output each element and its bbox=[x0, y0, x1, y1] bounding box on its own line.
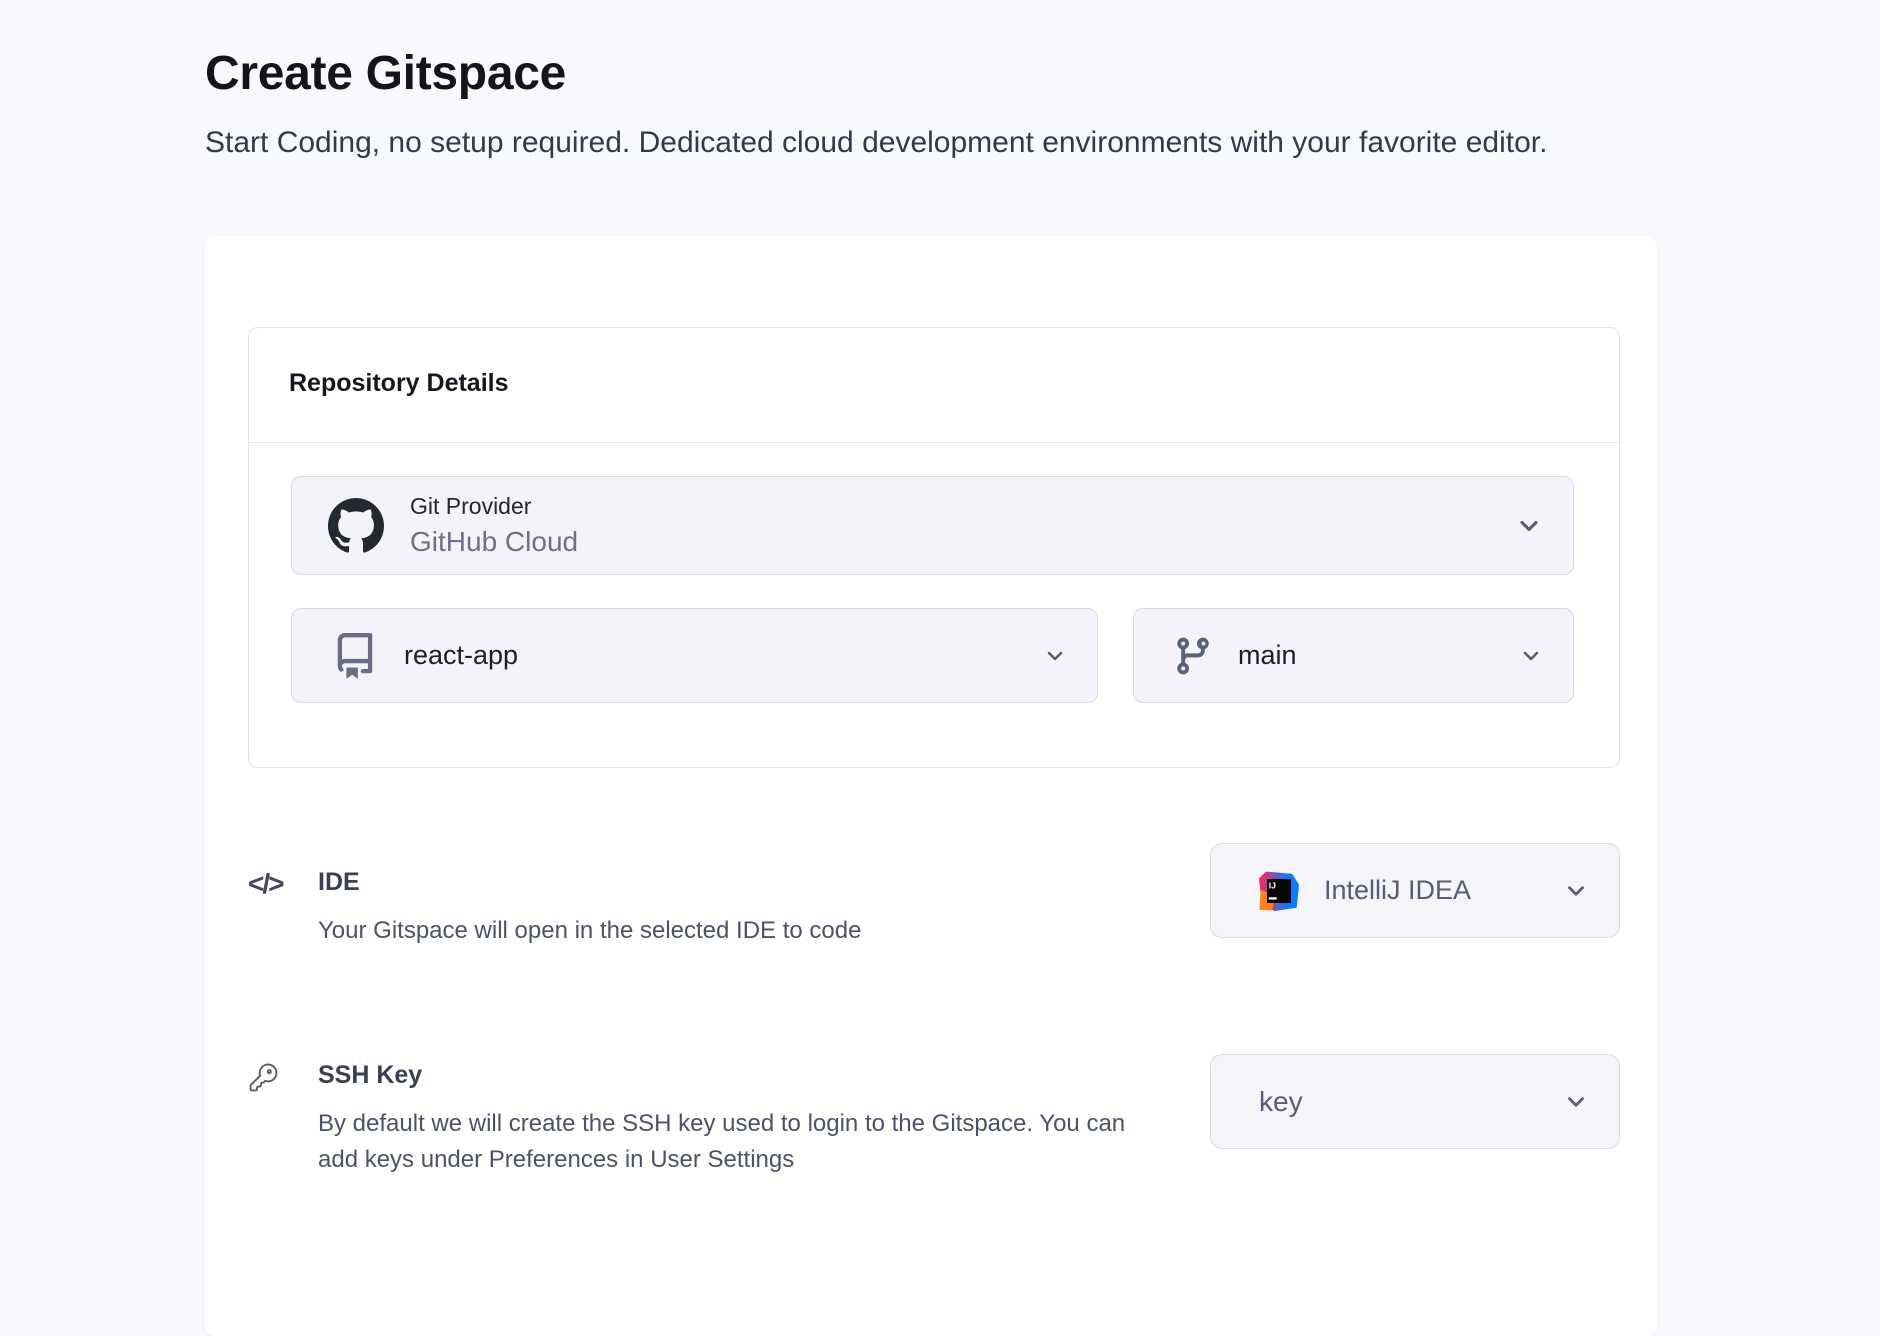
key-icon bbox=[248, 1060, 284, 1178]
repo-branch-row: react-app main bbox=[291, 608, 1574, 703]
page-subtitle: Start Coding, no setup required. Dedicat… bbox=[205, 120, 1657, 166]
repository-details-card: Repository Details Git Provider GitHub C… bbox=[248, 327, 1620, 768]
ssh-key-section: SSH Key By default we will create the SS… bbox=[248, 1054, 1620, 1178]
git-provider-label: Git Provider bbox=[410, 493, 578, 520]
repo-book-icon bbox=[332, 633, 378, 679]
repository-details-header: Repository Details bbox=[249, 328, 1619, 442]
github-logo-icon bbox=[328, 498, 384, 554]
ssh-key-select-value: key bbox=[1259, 1086, 1303, 1118]
branch-select[interactable]: main bbox=[1133, 608, 1574, 703]
code-icon: </> bbox=[248, 867, 284, 949]
ssh-key-label: SSH Key bbox=[318, 1060, 1158, 1090]
ide-section: </> IDE Your Gitspace will open in the s… bbox=[248, 843, 1620, 949]
git-provider-texts: Git Provider GitHub Cloud bbox=[410, 493, 578, 558]
intellij-idea-logo-icon: IJ bbox=[1259, 871, 1299, 911]
ide-section-left: </> IDE Your Gitspace will open in the s… bbox=[248, 867, 861, 949]
repository-details-title: Repository Details bbox=[289, 368, 1579, 398]
ide-label: IDE bbox=[318, 867, 861, 897]
chevron-down-icon bbox=[1519, 644, 1543, 668]
ide-texts: IDE Your Gitspace will open in the selec… bbox=[318, 867, 861, 949]
chevron-down-icon bbox=[1563, 878, 1589, 904]
git-provider-value: GitHub Cloud bbox=[410, 525, 578, 558]
chevron-down-icon bbox=[1515, 512, 1543, 540]
page-title: Create Gitspace bbox=[205, 0, 1657, 104]
gitspace-form-panel: Repository Details Git Provider GitHub C… bbox=[205, 236, 1657, 1336]
ide-description: Your Gitspace will open in the selected … bbox=[318, 913, 861, 949]
ssh-key-texts: SSH Key By default we will create the SS… bbox=[318, 1060, 1158, 1178]
ide-select-value: IntelliJ IDEA bbox=[1324, 875, 1471, 906]
git-provider-select[interactable]: Git Provider GitHub Cloud bbox=[291, 476, 1574, 575]
ide-select[interactable]: IJ IntelliJ IDEA bbox=[1210, 843, 1620, 938]
svg-text:IJ: IJ bbox=[1269, 880, 1276, 890]
branch-value: main bbox=[1238, 640, 1297, 671]
chevron-down-icon bbox=[1043, 644, 1067, 668]
chevron-down-icon bbox=[1563, 1089, 1589, 1115]
ssh-key-section-left: SSH Key By default we will create the SS… bbox=[248, 1060, 1158, 1178]
repository-details-body: Git Provider GitHub Cloud bbox=[249, 442, 1619, 767]
ssh-key-description: By default we will create the SSH key us… bbox=[318, 1106, 1158, 1178]
repository-select[interactable]: react-app bbox=[291, 608, 1098, 703]
create-gitspace-page: Create Gitspace Start Coding, no setup r… bbox=[205, 0, 1657, 1336]
ssh-key-select[interactable]: key bbox=[1210, 1054, 1620, 1149]
repository-value: react-app bbox=[404, 640, 518, 671]
git-branch-icon bbox=[1172, 635, 1214, 677]
